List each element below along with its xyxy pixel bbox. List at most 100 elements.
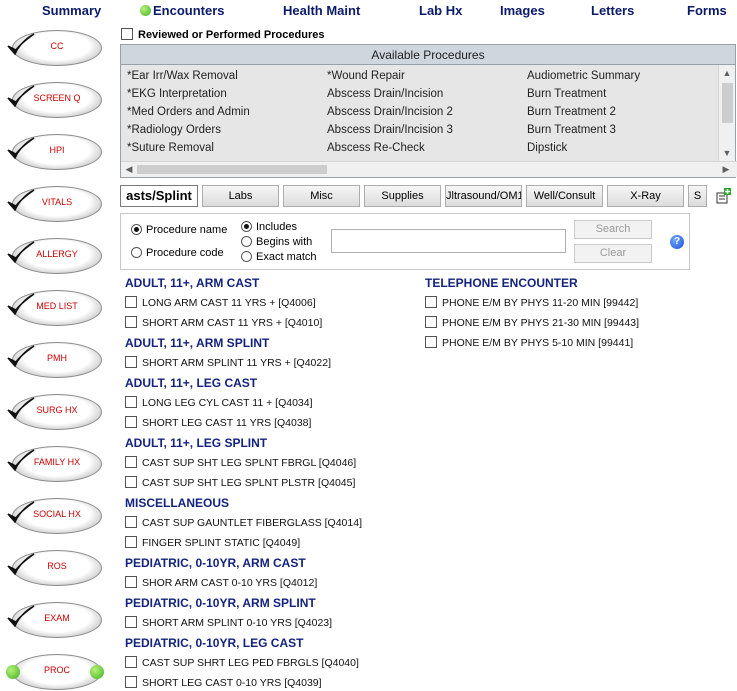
- procedure-checkbox[interactable]: [125, 676, 137, 688]
- available-procedure-item[interactable]: Dipstick: [527, 142, 567, 154]
- procedure-checkbox-item[interactable]: SHOR ARM CAST 0-10 YRS [Q4012]: [125, 576, 317, 589]
- includes-radio[interactable]: Includes: [241, 221, 297, 233]
- sidebar-item-med-list[interactable]: MED LIST: [6, 288, 104, 328]
- procedure-checkbox[interactable]: [425, 296, 437, 308]
- nav-lab-hx[interactable]: Lab Hx: [419, 3, 462, 18]
- available-procedure-item[interactable]: Burn Treatment 3: [527, 124, 616, 136]
- procedure-checkbox-item[interactable]: PHONE E/M BY PHYS 21-30 MIN [99443]: [425, 316, 639, 329]
- procedure-label: PHONE E/M BY PHYS 5-10 MIN [99441]: [442, 337, 634, 349]
- sidebar-item-pmh[interactable]: PMH: [6, 340, 104, 380]
- nav-encounters[interactable]: Encounters: [140, 3, 225, 18]
- procedure-name-radio[interactable]: Procedure name: [131, 224, 227, 236]
- nav-health-maint[interactable]: Health Maint: [283, 3, 360, 18]
- procedure-label: CAST SUP GAUNTLET FIBERGLASS [Q4014]: [142, 517, 362, 529]
- available-procedure-item[interactable]: Abscess Re-Check: [327, 142, 425, 154]
- sidebar-item-ros[interactable]: ROS: [6, 548, 104, 588]
- procedure-checkbox[interactable]: [125, 476, 137, 488]
- procedure-group-title: MISCELLANEOUS: [125, 496, 230, 510]
- scroll-up-icon[interactable]: ▲: [720, 67, 734, 79]
- reviewed-checkbox-row[interactable]: Reviewed or Performed Procedures: [121, 28, 324, 44]
- sidebar-item-family-hx[interactable]: FAMILY HX: [6, 444, 104, 484]
- procedure-checkbox[interactable]: [125, 416, 137, 428]
- procedure-checkbox[interactable]: [125, 396, 137, 408]
- procedure-code-radio[interactable]: Procedure code: [131, 247, 224, 259]
- available-procedure-item[interactable]: *Radiology Orders: [127, 124, 221, 136]
- procedure-checkbox[interactable]: [125, 516, 137, 528]
- nav-letters[interactable]: Letters: [591, 3, 634, 18]
- begins-with-label: Begins with: [256, 236, 313, 248]
- search-button[interactable]: Search: [574, 220, 652, 239]
- help-icon[interactable]: ?: [670, 235, 684, 249]
- sidebar-item-proc[interactable]: PROC: [6, 652, 104, 691]
- sidebar-item-surg-hx[interactable]: SURG HX: [6, 392, 104, 432]
- vertical-scrollbar[interactable]: ▲ ▼: [718, 65, 735, 161]
- procedure-checkbox-item[interactable]: LONG ARM CAST 11 YRS + [Q4006]: [125, 296, 316, 309]
- scroll-right-icon[interactable]: ▶: [719, 163, 733, 175]
- procedure-checkbox[interactable]: [125, 296, 137, 308]
- search-input[interactable]: [331, 229, 566, 253]
- nav-summary[interactable]: Summary: [42, 3, 101, 18]
- available-procedure-item[interactable]: Abscess Drain/Incision 2: [327, 106, 453, 118]
- nav-images[interactable]: Images: [500, 3, 545, 18]
- add-procedure-icon[interactable]: [714, 187, 732, 205]
- available-procedure-item[interactable]: *EKG Interpretation: [127, 88, 227, 100]
- procedure-checkbox-item[interactable]: FINGER SPLINT STATIC [Q4049]: [125, 536, 300, 549]
- clear-button[interactable]: Clear: [574, 244, 652, 263]
- procedure-checkbox-item[interactable]: PHONE E/M BY PHYS 5-10 MIN [99441]: [425, 336, 633, 349]
- available-procedure-item[interactable]: Abscess Drain/Incision 3: [327, 124, 453, 136]
- procedure-checkbox[interactable]: [125, 536, 137, 548]
- horizontal-scrollbar[interactable]: ◀ ▶: [121, 161, 737, 177]
- procedure-checkbox[interactable]: [125, 616, 137, 628]
- procedure-checkbox-item[interactable]: SHORT LEG CAST 0-10 YRS [Q4039]: [125, 676, 322, 689]
- procedure-checkbox[interactable]: [425, 316, 437, 328]
- begins-with-radio[interactable]: Begins with: [241, 236, 312, 248]
- nav-forms[interactable]: Forms: [687, 3, 727, 18]
- available-procedure-item[interactable]: Audiometric Summary: [527, 70, 640, 82]
- sidebar-item-screen-q[interactable]: SCREEN Q: [6, 80, 104, 120]
- vertical-scroll-thumb[interactable]: [722, 83, 733, 123]
- procedure-checkbox-item[interactable]: CAST SUP GAUNTLET FIBERGLASS [Q4014]: [125, 516, 362, 529]
- tab-labs[interactable]: Labs: [202, 185, 279, 207]
- exact-match-radio[interactable]: Exact match: [241, 251, 317, 263]
- procedure-checkbox-item[interactable]: PHONE E/M BY PHYS 11-20 MIN [99442]: [425, 296, 638, 309]
- available-procedure-item[interactable]: *Suture Removal: [127, 142, 214, 154]
- procedure-checkbox[interactable]: [125, 316, 137, 328]
- procedure-checkbox[interactable]: [125, 576, 137, 588]
- tab-misc[interactable]: Misc: [283, 185, 360, 207]
- sidebar-item-cc[interactable]: CC: [6, 28, 104, 68]
- sidebar-item-social-hx[interactable]: SOCIAL HX: [6, 496, 104, 536]
- procedure-checkbox-item[interactable]: CAST SUP SHT LEG SPLNT PLSTR [Q4045]: [125, 476, 355, 489]
- scroll-left-icon[interactable]: ◀: [122, 163, 136, 175]
- tab-casts-splints[interactable]: asts/Splint: [120, 185, 198, 207]
- procedure-checkbox-item[interactable]: CAST SUP SHRT LEG PED FBRGLS [Q4040]: [125, 656, 359, 669]
- sidebar-item-exam[interactable]: EXAM: [6, 600, 104, 640]
- tab-well-consult[interactable]: Well/Consult: [526, 185, 603, 207]
- procedure-checkbox-item[interactable]: SHORT ARM SPLINT 0-10 YRS [Q4023]: [125, 616, 332, 629]
- procedure-checkbox[interactable]: [125, 356, 137, 368]
- sidebar-item-allergy[interactable]: ALLERGY: [6, 236, 104, 276]
- reviewed-checkbox[interactable]: [121, 28, 133, 40]
- sidebar-item-vitals[interactable]: VITALS: [6, 184, 104, 224]
- procedure-checkbox[interactable]: [125, 456, 137, 468]
- available-procedure-item[interactable]: Burn Treatment: [527, 88, 606, 100]
- procedure-checkbox[interactable]: [125, 656, 137, 668]
- tab-supplies[interactable]: Supplies: [364, 185, 441, 207]
- available-procedure-item[interactable]: *Med Orders and Admin: [127, 106, 250, 118]
- procedure-checkbox-item[interactable]: SHORT LEG CAST 11 YRS [Q4038]: [125, 416, 311, 429]
- available-procedure-item[interactable]: Burn Treatment 2: [527, 106, 616, 118]
- procedure-checkbox-item[interactable]: SHORT ARM SPLINT 11 YRS + [Q4022]: [125, 356, 331, 369]
- tab-s[interactable]: S: [688, 185, 707, 207]
- scroll-down-icon[interactable]: ▼: [720, 147, 734, 159]
- horizontal-scroll-thumb[interactable]: [137, 165, 327, 174]
- sidebar-item-hpi[interactable]: HPI: [6, 132, 104, 172]
- procedure-checkbox-item[interactable]: LONG LEG CYL CAST 11 + [Q4034]: [125, 396, 313, 409]
- procedure-checkbox[interactable]: [425, 336, 437, 348]
- procedure-checkbox-item[interactable]: SHORT ARM CAST 11 YRS + [Q4010]: [125, 316, 322, 329]
- tab-jltrasound-om1[interactable]: Jltrasound/OM1: [445, 185, 522, 207]
- available-procedure-item[interactable]: Abscess Drain/Incision: [327, 88, 443, 100]
- available-procedure-item[interactable]: *Ear Irr/Wax Removal: [127, 70, 238, 82]
- procedure-checkbox-item[interactable]: CAST SUP SHT LEG SPLNT FBRGL [Q4046]: [125, 456, 356, 469]
- radio-icon: [241, 251, 252, 262]
- available-procedure-item[interactable]: *Wound Repair: [327, 70, 405, 82]
- tab-x-ray[interactable]: X-Ray: [607, 185, 684, 207]
